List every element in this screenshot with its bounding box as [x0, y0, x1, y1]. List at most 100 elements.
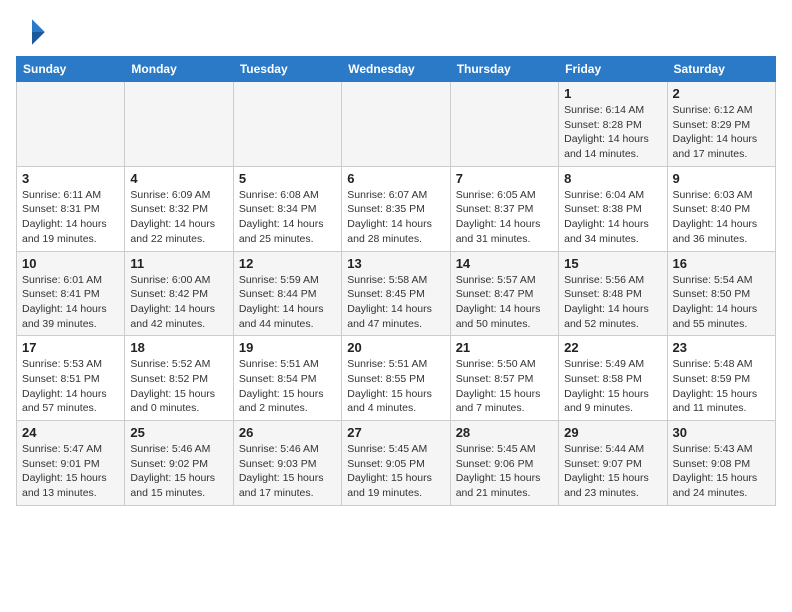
day-number: 1	[564, 86, 661, 101]
day-info: Sunrise: 5:47 AM Sunset: 9:01 PM Dayligh…	[22, 442, 119, 501]
calendar-cell: 7 Sunrise: 6:05 AM Sunset: 8:37 PM Daylig…	[450, 166, 558, 251]
day-info: Sunrise: 6:03 AM Sunset: 8:40 PM Dayligh…	[673, 188, 770, 247]
calendar-cell: 21 Sunrise: 5:50 AM Sunset: 8:57 PM Dayli…	[450, 336, 558, 421]
day-info: Sunrise: 5:49 AM Sunset: 8:58 PM Dayligh…	[564, 357, 661, 416]
calendar-week-3: 17Sunrise: 5:53 AM Sunset: 8:51 PM Dayli…	[17, 336, 776, 421]
calendar-table: SundayMondayTuesdayWednesdayThursdayFrid…	[16, 56, 776, 506]
day-number: 20	[347, 340, 444, 355]
day-number: 27	[347, 425, 444, 440]
day-header-thursday: Thursday	[450, 57, 558, 82]
day-info: Sunrise: 6:09 AM Sunset: 8:32 PM Dayligh…	[130, 188, 227, 247]
day-info: Sunrise: 5:56 AM Sunset: 8:48 PM Dayligh…	[564, 273, 661, 332]
calendar-cell: 24 Sunrise: 5:47 AM Sunset: 9:01 PM Dayli…	[17, 421, 125, 506]
calendar-cell	[450, 82, 558, 167]
day-header-monday: Monday	[125, 57, 233, 82]
day-info: Sunrise: 6:11 AM Sunset: 8:31 PM Dayligh…	[22, 188, 119, 247]
day-number: 15	[564, 256, 661, 271]
calendar-cell: 19 Sunrise: 5:51 AM Sunset: 8:54 PM Dayli…	[233, 336, 341, 421]
calendar-cell: 14Sunrise: 5:57 AM Sunset: 8:47 PM Dayli…	[450, 251, 558, 336]
calendar-cell: 23Sunrise: 5:48 AM Sunset: 8:59 PM Dayli…	[667, 336, 775, 421]
day-info: Sunrise: 6:01 AM Sunset: 8:41 PM Dayligh…	[22, 273, 119, 332]
day-number: 19	[239, 340, 336, 355]
calendar-cell: 29 Sunrise: 5:44 AM Sunset: 9:07 PM Dayli…	[559, 421, 667, 506]
day-info: Sunrise: 5:59 AM Sunset: 8:44 PM Dayligh…	[239, 273, 336, 332]
day-info: Sunrise: 5:58 AM Sunset: 8:45 PM Dayligh…	[347, 273, 444, 332]
day-info: Sunrise: 5:52 AM Sunset: 8:52 PM Dayligh…	[130, 357, 227, 416]
day-number: 21	[456, 340, 553, 355]
calendar-cell	[233, 82, 341, 167]
calendar-cell: 20 Sunrise: 5:51 AM Sunset: 8:55 PM Dayli…	[342, 336, 450, 421]
day-number: 30	[673, 425, 770, 440]
calendar-cell: 25Sunrise: 5:46 AM Sunset: 9:02 PM Dayli…	[125, 421, 233, 506]
day-number: 5	[239, 171, 336, 186]
day-number: 22	[564, 340, 661, 355]
day-number: 4	[130, 171, 227, 186]
calendar-cell: 27 Sunrise: 5:45 AM Sunset: 9:05 PM Dayli…	[342, 421, 450, 506]
calendar-cell	[342, 82, 450, 167]
day-number: 2	[673, 86, 770, 101]
day-number: 17	[22, 340, 119, 355]
calendar-cell: 26 Sunrise: 5:46 AM Sunset: 9:03 PM Dayli…	[233, 421, 341, 506]
day-number: 25	[130, 425, 227, 440]
calendar-cell: 12 Sunrise: 5:59 AM Sunset: 8:44 PM Dayli…	[233, 251, 341, 336]
calendar-cell: 13 Sunrise: 5:58 AM Sunset: 8:45 PM Dayli…	[342, 251, 450, 336]
day-info: Sunrise: 5:54 AM Sunset: 8:50 PM Dayligh…	[673, 273, 770, 332]
day-number: 10	[22, 256, 119, 271]
day-number: 18	[130, 340, 227, 355]
calendar-cell: 3 Sunrise: 6:11 AM Sunset: 8:31 PM Daylig…	[17, 166, 125, 251]
day-number: 29	[564, 425, 661, 440]
calendar-cell: 15 Sunrise: 5:56 AM Sunset: 8:48 PM Dayli…	[559, 251, 667, 336]
calendar-cell	[17, 82, 125, 167]
calendar-cell: 10 Sunrise: 6:01 AM Sunset: 8:41 PM Dayli…	[17, 251, 125, 336]
calendar-header-row: SundayMondayTuesdayWednesdayThursdayFrid…	[17, 57, 776, 82]
calendar-cell: 8 Sunrise: 6:04 AM Sunset: 8:38 PM Daylig…	[559, 166, 667, 251]
day-info: Sunrise: 6:07 AM Sunset: 8:35 PM Dayligh…	[347, 188, 444, 247]
day-info: Sunrise: 5:46 AM Sunset: 9:03 PM Dayligh…	[239, 442, 336, 501]
day-header-tuesday: Tuesday	[233, 57, 341, 82]
calendar-cell: 4 Sunrise: 6:09 AM Sunset: 8:32 PM Daylig…	[125, 166, 233, 251]
day-info: Sunrise: 6:12 AM Sunset: 8:29 PM Dayligh…	[673, 103, 770, 162]
day-info: Sunrise: 5:45 AM Sunset: 9:05 PM Dayligh…	[347, 442, 444, 501]
day-info: Sunrise: 5:43 AM Sunset: 9:08 PM Dayligh…	[673, 442, 770, 501]
day-number: 7	[456, 171, 553, 186]
day-info: Sunrise: 5:51 AM Sunset: 8:55 PM Dayligh…	[347, 357, 444, 416]
day-number: 3	[22, 171, 119, 186]
calendar-cell	[125, 82, 233, 167]
calendar-cell: 2 Sunrise: 6:12 AM Sunset: 8:29 PM Daylig…	[667, 82, 775, 167]
day-number: 13	[347, 256, 444, 271]
day-info: Sunrise: 5:44 AM Sunset: 9:07 PM Dayligh…	[564, 442, 661, 501]
day-info: Sunrise: 6:00 AM Sunset: 8:42 PM Dayligh…	[130, 273, 227, 332]
calendar-cell: 6 Sunrise: 6:07 AM Sunset: 8:35 PM Daylig…	[342, 166, 450, 251]
day-info: Sunrise: 5:45 AM Sunset: 9:06 PM Dayligh…	[456, 442, 553, 501]
calendar-cell: 1Sunrise: 6:14 AM Sunset: 8:28 PM Daylig…	[559, 82, 667, 167]
calendar-cell: 11Sunrise: 6:00 AM Sunset: 8:42 PM Dayli…	[125, 251, 233, 336]
day-info: Sunrise: 5:51 AM Sunset: 8:54 PM Dayligh…	[239, 357, 336, 416]
day-number: 6	[347, 171, 444, 186]
calendar-week-0: 1Sunrise: 6:14 AM Sunset: 8:28 PM Daylig…	[17, 82, 776, 167]
day-number: 24	[22, 425, 119, 440]
calendar-cell: 9 Sunrise: 6:03 AM Sunset: 8:40 PM Daylig…	[667, 166, 775, 251]
day-info: Sunrise: 6:04 AM Sunset: 8:38 PM Dayligh…	[564, 188, 661, 247]
day-info: Sunrise: 5:50 AM Sunset: 8:57 PM Dayligh…	[456, 357, 553, 416]
day-number: 26	[239, 425, 336, 440]
day-number: 28	[456, 425, 553, 440]
calendar-cell: 16 Sunrise: 5:54 AM Sunset: 8:50 PM Dayli…	[667, 251, 775, 336]
calendar-cell: 17Sunrise: 5:53 AM Sunset: 8:51 PM Dayli…	[17, 336, 125, 421]
day-number: 16	[673, 256, 770, 271]
calendar-cell: 28 Sunrise: 5:45 AM Sunset: 9:06 PM Dayli…	[450, 421, 558, 506]
day-number: 8	[564, 171, 661, 186]
calendar-cell: 5 Sunrise: 6:08 AM Sunset: 8:34 PM Daylig…	[233, 166, 341, 251]
calendar-cell: 18 Sunrise: 5:52 AM Sunset: 8:52 PM Dayli…	[125, 336, 233, 421]
day-number: 23	[673, 340, 770, 355]
calendar-cell: 30 Sunrise: 5:43 AM Sunset: 9:08 PM Dayli…	[667, 421, 775, 506]
day-header-wednesday: Wednesday	[342, 57, 450, 82]
day-number: 12	[239, 256, 336, 271]
calendar-cell: 22 Sunrise: 5:49 AM Sunset: 8:58 PM Dayli…	[559, 336, 667, 421]
day-header-friday: Friday	[559, 57, 667, 82]
calendar-week-4: 24 Sunrise: 5:47 AM Sunset: 9:01 PM Dayli…	[17, 421, 776, 506]
logo	[16, 16, 52, 48]
day-info: Sunrise: 6:05 AM Sunset: 8:37 PM Dayligh…	[456, 188, 553, 247]
day-header-sunday: Sunday	[17, 57, 125, 82]
day-number: 9	[673, 171, 770, 186]
day-info: Sunrise: 6:08 AM Sunset: 8:34 PM Dayligh…	[239, 188, 336, 247]
